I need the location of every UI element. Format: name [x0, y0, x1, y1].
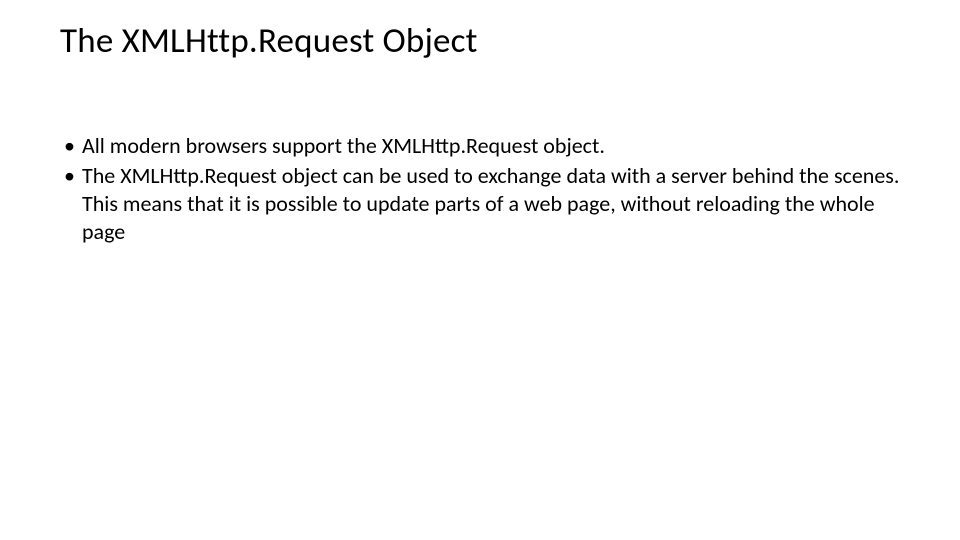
slide-title: The XMLHttp.Request Object — [60, 20, 900, 62]
list-item: The XMLHttp.Request object can be used t… — [60, 162, 900, 246]
bullet-list: All modern browsers support the XMLHttp.… — [60, 132, 900, 247]
list-item: All modern browsers support the XMLHttp.… — [60, 132, 900, 160]
